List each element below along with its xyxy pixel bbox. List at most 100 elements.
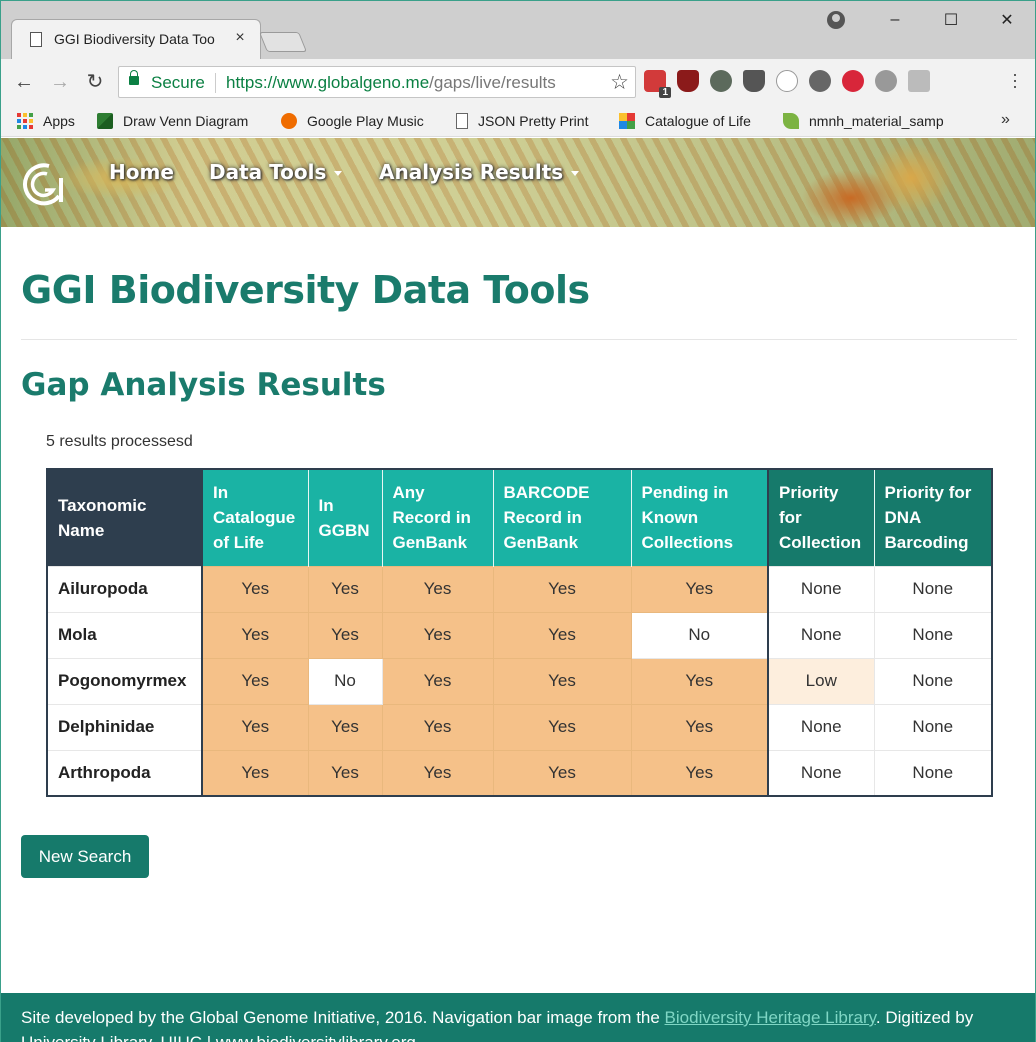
cell-in-catalogue-of-life: Yes <box>201 703 309 751</box>
browser-tab[interactable]: GGI Biodiversity Data Too × <box>11 19 261 59</box>
footer-text-line2: University Library, UIUC | www.biodivers… <box>21 1033 416 1042</box>
cell-barcode-record-genbank: Yes <box>492 657 632 705</box>
site-navbar: Home Data Tools Analysis Results <box>1 138 1035 227</box>
bookmark-catalogue-of-life[interactable]: Catalogue of Life <box>619 111 751 131</box>
bookmark-json-pretty-print[interactable]: JSON Pretty Print <box>456 111 588 131</box>
cell-priority-dna-barcoding: None <box>873 703 993 751</box>
maximize-icon[interactable]: ☐ <box>923 1 979 39</box>
cell-barcode-record-genbank: Yes <box>492 703 632 751</box>
nav-analysis-results-label: Analysis Results <box>379 160 564 184</box>
secure-label: Secure <box>151 73 205 92</box>
header-in-catalogue-of-life: In Catalogue of Life <box>201 469 309 566</box>
evernote-icon[interactable] <box>710 70 732 92</box>
gap-analysis-table: Taxonomic Name In Catalogue of Life In G… <box>46 468 993 797</box>
url-path: /gaps/live/results <box>429 73 556 92</box>
address-bar[interactable]: Secure https://www.globalgeno.me/gaps/li… <box>118 66 636 98</box>
cell-in-ggbn: Yes <box>307 749 383 797</box>
bookmark-draw-venn[interactable]: Draw Venn Diagram <box>97 111 248 131</box>
bookmark-nmnh[interactable]: nmnh_material_samp <box>783 111 953 131</box>
tab-close-icon[interactable]: × <box>232 29 248 47</box>
cell-priority-collection: None <box>767 565 875 613</box>
cell-pending-known-collections: Yes <box>630 703 769 751</box>
cell-pending-known-collections: Yes <box>630 565 769 613</box>
table-header-row: Taxonomic Name In Catalogue of Life In G… <box>47 469 993 566</box>
omnibox-divider <box>215 73 216 93</box>
chevron-down-icon <box>334 171 343 176</box>
ggi-logo-icon[interactable] <box>19 162 69 206</box>
json-viewer-icon[interactable] <box>776 70 798 92</box>
chevron-down-icon <box>571 171 580 176</box>
ublock-icon[interactable] <box>677 70 699 92</box>
shield-extension-icon[interactable] <box>875 70 897 92</box>
mendeley-icon[interactable] <box>908 70 930 92</box>
cell-in-ggbn: No <box>307 657 383 705</box>
header-pending-known-collections: Pending in Known Collections <box>631 469 769 566</box>
cell-pending-known-collections: Yes <box>630 657 769 705</box>
cell-priority-dna-barcoding: None <box>873 657 993 705</box>
cell-priority-collection: None <box>767 703 875 751</box>
nav-home[interactable]: Home <box>109 160 174 184</box>
venn-icon <box>97 113 113 129</box>
cell-priority-collection: None <box>767 749 875 797</box>
cell-any-record-genbank: Yes <box>381 703 494 751</box>
cell-in-ggbn: Yes <box>307 565 383 613</box>
lock-icon <box>129 70 139 85</box>
pocket-icon[interactable] <box>743 70 765 92</box>
cell-in-catalogue-of-life: Yes <box>201 749 309 797</box>
bookmark-google-play-music[interactable]: Google Play Music <box>281 111 424 131</box>
cell-barcode-record-genbank: Yes <box>492 611 632 659</box>
forward-icon[interactable]: → <box>47 69 73 95</box>
url-host: https://www.globalgeno.me <box>226 73 430 92</box>
header-barcode-record-genbank: BARCODE Record in GenBank <box>493 469 632 566</box>
url-text[interactable]: https://www.globalgeno.me/gaps/live/resu… <box>226 73 556 93</box>
bookmarks-more-icon[interactable]: » <box>1001 111 1010 129</box>
table-row: Mola Yes Yes Yes Yes No None None <box>46 611 993 659</box>
leaf-icon <box>783 113 799 129</box>
reload-icon[interactable]: ↻ <box>82 69 108 95</box>
close-window-icon[interactable]: ✕ <box>979 1 1035 39</box>
cell-priority-dna-barcoding: None <box>873 611 993 659</box>
footer-text-before: Site developed by the Global Genome Init… <box>21 1008 665 1027</box>
header-in-ggbn: In GGBN <box>308 469 383 566</box>
bookmark-label: JSON Pretty Print <box>478 113 589 129</box>
cell-in-catalogue-of-life: Yes <box>201 565 309 613</box>
browser-menu-icon[interactable]: · · · <box>1007 65 1023 95</box>
cell-priority-dna-barcoding: None <box>873 565 993 613</box>
bhl-link[interactable]: Biodiversity Heritage Library <box>665 1008 876 1027</box>
site-footer: Site developed by the Global Genome Init… <box>1 993 1035 1042</box>
new-search-button[interactable]: New Search <box>21 835 149 878</box>
adblock-icon[interactable] <box>842 70 864 92</box>
cell-in-catalogue-of-life: Yes <box>201 657 309 705</box>
bookmarks-bar: Apps Draw Venn Diagram Google Play Music… <box>1 105 1035 137</box>
header-any-record-genbank: Any Record in GenBank <box>382 469 494 566</box>
apps-grid-icon <box>17 113 33 129</box>
bookmark-star-icon[interactable]: ☆ <box>610 70 629 95</box>
tab-title: GGI Biodiversity Data Too <box>54 31 215 47</box>
cell-taxonomic-name: Pogonomyrmex <box>46 657 203 705</box>
bookmark-label: Draw Venn Diagram <box>123 113 249 129</box>
table-row: Arthropoda Yes Yes Yes Yes Yes None None <box>46 749 993 797</box>
cell-in-catalogue-of-life: Yes <box>201 611 309 659</box>
window-controls: – ☐ ✕ <box>867 1 1035 39</box>
minimize-icon[interactable]: – <box>867 1 923 39</box>
divider <box>21 339 1017 340</box>
new-tab-button[interactable] <box>258 32 308 52</box>
header-taxonomic-name: Taxonomic Name <box>47 469 203 566</box>
table-row: Pogonomyrmex Yes No Yes Yes Yes Low None <box>46 657 993 705</box>
cell-taxonomic-name: Mola <box>46 611 203 659</box>
bookmark-apps[interactable]: Apps <box>17 111 75 131</box>
nav-data-tools[interactable]: Data Tools <box>209 160 343 184</box>
cell-taxonomic-name: Arthropoda <box>46 749 203 797</box>
cell-any-record-genbank: Yes <box>381 565 494 613</box>
recycle-icon[interactable] <box>809 70 831 92</box>
browser-titlebar: GGI Biodiversity Data Too × – ☐ ✕ <box>1 1 1035 59</box>
cell-barcode-record-genbank: Yes <box>492 565 632 613</box>
bookmark-label: Google Play Music <box>307 113 424 129</box>
nav-analysis-results[interactable]: Analysis Results <box>379 160 580 184</box>
todo-extension-icon[interactable]: 1 <box>644 70 671 98</box>
back-icon[interactable]: ← <box>11 69 37 95</box>
account-icon[interactable] <box>827 11 845 29</box>
cell-priority-collection: Low <box>767 657 875 705</box>
extension-icons: 1 <box>644 70 930 98</box>
page-icon <box>456 113 468 129</box>
